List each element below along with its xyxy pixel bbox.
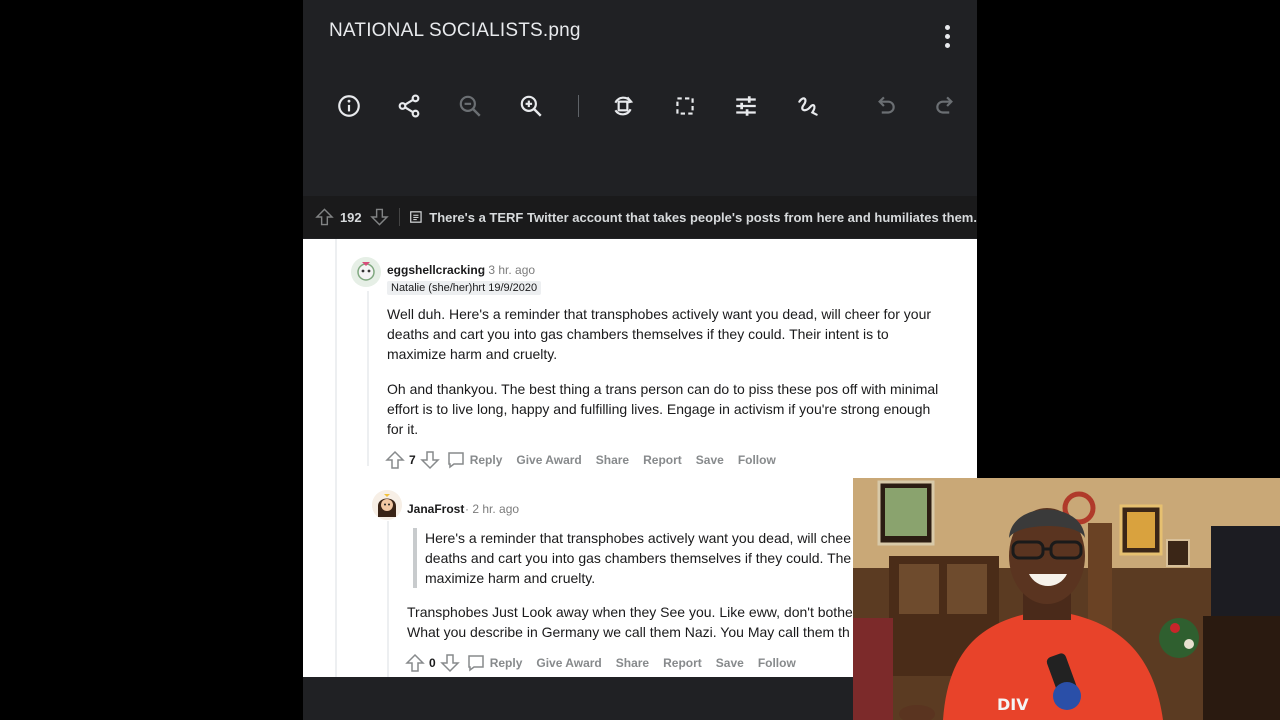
quoted-text: Here's a reminder that transphobes activ… xyxy=(413,528,851,588)
downvote-icon[interactable] xyxy=(419,450,440,470)
comment-actions: 7 Reply Give Award Share Report Save Fol… xyxy=(385,450,776,470)
thread-line xyxy=(387,521,389,677)
zoom-out-icon[interactable] xyxy=(448,84,492,128)
vote-count: 0 xyxy=(429,656,436,670)
zoom-in-icon[interactable] xyxy=(509,84,553,128)
follow-button[interactable]: Follow xyxy=(738,453,776,467)
give-award-button[interactable]: Give Award xyxy=(536,656,601,670)
save-button[interactable]: Save xyxy=(696,453,724,467)
rotate-icon[interactable] xyxy=(601,84,645,128)
comment-username[interactable]: eggshellcracking xyxy=(387,263,485,277)
user-flair: Natalie (she/her)hrt 19/9/2020 xyxy=(387,281,542,295)
share-button[interactable]: Share xyxy=(616,656,649,670)
info-icon[interactable] xyxy=(327,84,371,128)
draw-icon[interactable] xyxy=(786,84,830,128)
thread-line xyxy=(335,239,337,677)
comment-paragraph: Well duh. Here's a reminder that transph… xyxy=(387,306,932,362)
give-award-button[interactable]: Give Award xyxy=(516,453,581,467)
undo-icon[interactable] xyxy=(863,84,907,128)
report-button[interactable]: Report xyxy=(643,453,682,467)
comment-time: · 2 hr. ago xyxy=(465,502,520,516)
share-button[interactable]: Share xyxy=(596,453,629,467)
toolbar-separator xyxy=(578,95,579,117)
share-icon[interactable] xyxy=(387,84,431,128)
avatar[interactable] xyxy=(351,257,381,287)
post-header-bar: 192 There's a TERF Twitter account that … xyxy=(303,196,977,238)
post-title[interactable]: There's a TERF Twitter account that take… xyxy=(429,210,977,225)
thread-line xyxy=(367,291,369,466)
crop-icon[interactable] xyxy=(663,84,707,128)
comment-icon[interactable] xyxy=(446,450,466,470)
comment-icon[interactable] xyxy=(466,653,486,673)
post-text-icon xyxy=(410,211,423,223)
downvote-icon[interactable] xyxy=(369,206,389,228)
screen: NATIONAL SOCIALISTS.png 192 There's a TE… xyxy=(0,0,1280,720)
webcam-feed: DIV xyxy=(853,478,1280,720)
downvote-icon[interactable] xyxy=(439,653,460,673)
upvote-icon[interactable] xyxy=(315,206,334,228)
save-button[interactable]: Save xyxy=(716,656,744,670)
reply-button[interactable]: Reply xyxy=(470,453,503,467)
viewer-toolbar xyxy=(303,84,977,128)
upvote-icon[interactable] xyxy=(405,653,425,673)
vote-count: 7 xyxy=(409,453,416,467)
file-title: NATIONAL SOCIALISTS.png xyxy=(329,20,581,41)
post-score: 192 xyxy=(339,209,362,225)
more-options-icon[interactable] xyxy=(937,22,957,50)
comment-paragraph: Transphobes Just Look away when they See… xyxy=(407,604,858,640)
comment-actions: 0 Reply Give Award Share Report Save Fol… xyxy=(405,653,796,673)
avatar[interactable] xyxy=(372,490,402,520)
comment-time: · 3 hr. ago xyxy=(481,263,536,277)
reply-button[interactable]: Reply xyxy=(490,656,523,670)
redo-icon[interactable] xyxy=(924,84,968,128)
bar-divider xyxy=(398,208,400,226)
comment-paragraph: Oh and thankyou. The best thing a trans … xyxy=(387,381,939,437)
webcam-overlay: DIV xyxy=(853,478,1280,720)
follow-button[interactable]: Follow xyxy=(758,656,796,670)
adjust-icon[interactable] xyxy=(724,84,768,128)
upvote-icon[interactable] xyxy=(385,450,405,470)
report-button[interactable]: Report xyxy=(663,656,702,670)
shirt-text: DIV xyxy=(997,695,1029,714)
comment-username[interactable]: JanaFrost xyxy=(407,502,464,516)
